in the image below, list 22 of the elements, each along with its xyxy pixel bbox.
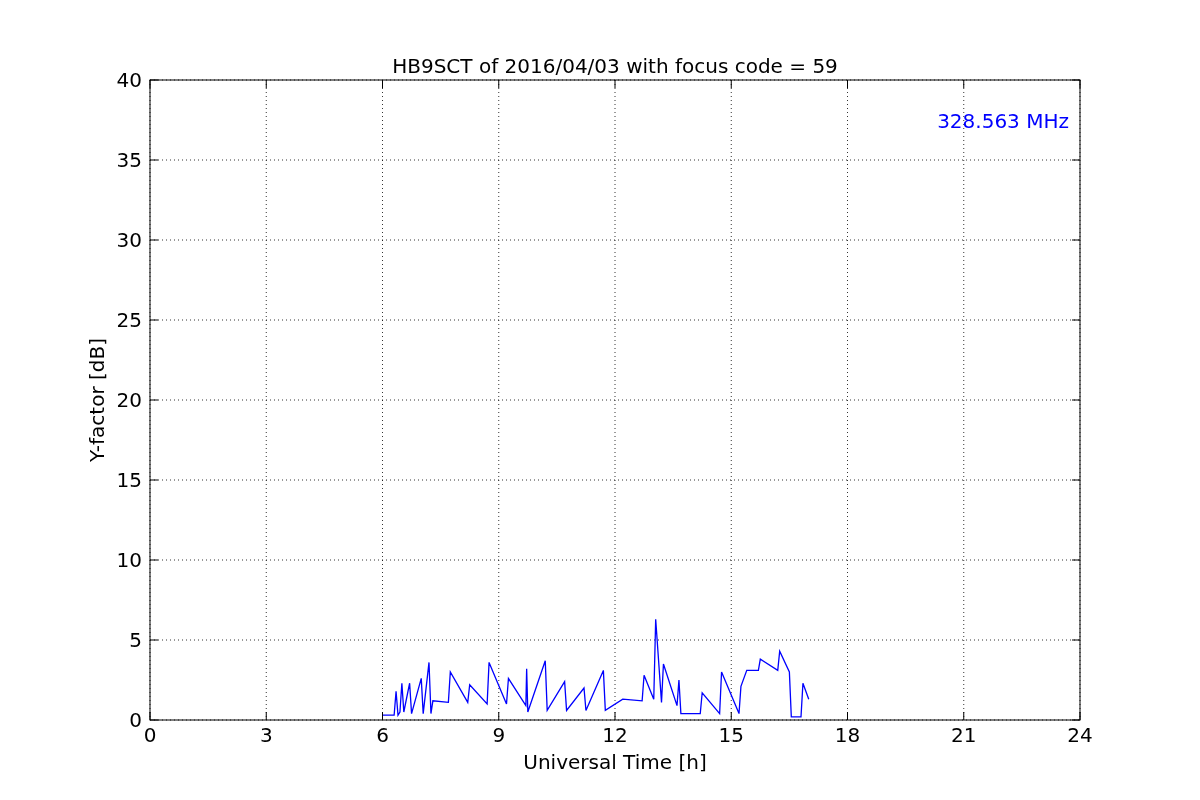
y-tick-label: 30 (116, 228, 142, 252)
x-tick-label: 15 (718, 723, 744, 747)
y-tick-label: 25 (116, 308, 142, 332)
y-tick-label: 5 (129, 628, 142, 652)
x-tick-label: 21 (951, 723, 977, 747)
x-tick-label: 0 (143, 723, 157, 747)
x-tick-label: 24 (1067, 723, 1093, 747)
y-tick-label: 40 (116, 68, 142, 92)
chart-title: HB9SCT of 2016/04/03 with focus code = 59 (392, 54, 838, 78)
y-tick-label: 35 (116, 148, 142, 172)
x-axis-label: Universal Time [h] (523, 750, 707, 774)
y-tick-label: 15 (116, 468, 142, 492)
x-tick-label: 9 (492, 723, 506, 747)
x-tick-label: 3 (259, 723, 273, 747)
y-axis-label: Y-factor [dB] (85, 338, 109, 462)
x-tick-label: 6 (376, 723, 389, 747)
x-tick-label: 18 (834, 723, 861, 747)
y-tick-label: 0 (129, 708, 142, 732)
x-tick-label: 12 (602, 723, 628, 747)
y-tick-label: 20 (116, 388, 142, 412)
y-tick-label: 10 (116, 548, 142, 572)
frequency-label: 328.563 MHz (937, 109, 1069, 133)
